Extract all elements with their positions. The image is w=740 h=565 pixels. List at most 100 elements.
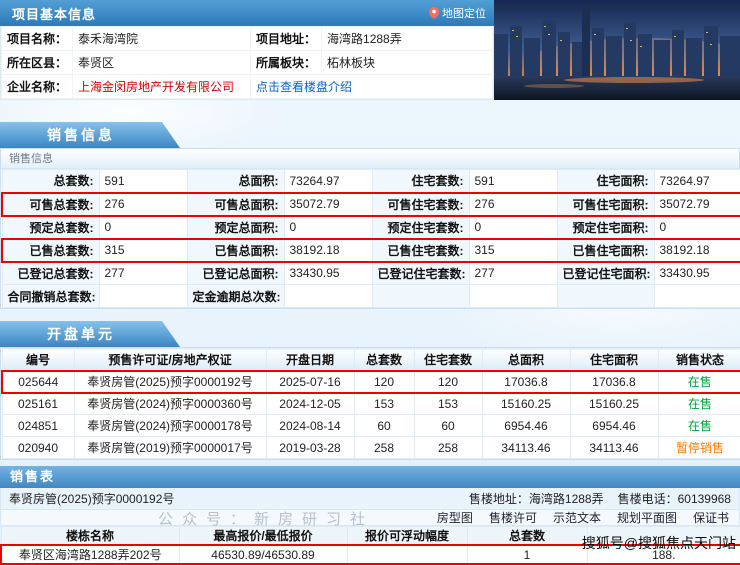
board-label: 所属板块： bbox=[251, 51, 322, 75]
company-link[interactable]: 上海金闵房地产开发有限公司 bbox=[73, 75, 251, 99]
field-label: 已售总套数: bbox=[2, 239, 99, 262]
unit-id: 020940 bbox=[2, 437, 74, 459]
field-value bbox=[284, 285, 372, 308]
basic-info-panel: 项目名称： 泰禾海湾院 项目地址： 海湾路1288弄 所在区县： 奉贤区 所属板… bbox=[0, 26, 494, 100]
residential-area: 15160.25 bbox=[570, 393, 658, 415]
link-planning-map[interactable]: 规划平面图 bbox=[617, 509, 677, 526]
field-label: 预定住宅套数: bbox=[372, 216, 469, 239]
field-label: 预定总套数: bbox=[2, 216, 99, 239]
field-label bbox=[372, 285, 469, 308]
license-number: 奉贤房管(2024)预字0000178号 bbox=[74, 415, 266, 437]
field-label: 可售总套数: bbox=[2, 193, 99, 216]
total-area: 34113.46 bbox=[482, 437, 570, 459]
field-label: 可售住宅面积: bbox=[557, 193, 654, 216]
info-row: 项目名称： 泰禾海湾院 项目地址： 海湾路1288弄 bbox=[2, 27, 493, 51]
field-value: 0 bbox=[654, 216, 740, 239]
status-badge: 在售 bbox=[658, 371, 740, 393]
link-sales-permit[interactable]: 售楼许可 bbox=[489, 509, 537, 526]
project-address: 海湾路1288弄 bbox=[322, 27, 493, 51]
field-label: 预定总面积: bbox=[187, 216, 284, 239]
field-value: 315 bbox=[99, 239, 187, 262]
building-price-table: 楼栋名称 最高报价/最低报价 报价可浮动幅度 总套数 奉贤区海湾路1288弄20… bbox=[0, 526, 740, 565]
unit-id: 025644 bbox=[2, 371, 74, 393]
opening-date: 2024-08-14 bbox=[266, 415, 354, 437]
field-value: 73264.97 bbox=[284, 170, 372, 193]
link-guarantee[interactable]: 保证书 bbox=[693, 509, 729, 526]
field-label: 可售总面积: bbox=[187, 193, 284, 216]
field-value bbox=[654, 285, 740, 308]
field-value: 277 bbox=[99, 262, 187, 285]
sales-info-table: 总套数:591 总面积:73264.97 住宅套数:591 住宅面积:73264… bbox=[1, 169, 740, 308]
field-value: 276 bbox=[469, 193, 557, 216]
field-value: 33430.95 bbox=[284, 262, 372, 285]
field-value: 277 bbox=[469, 262, 557, 285]
link-floor-plan[interactable]: 房型图 bbox=[437, 509, 473, 526]
column-header: 住宅面积 bbox=[570, 349, 658, 371]
document-links-row: 房型图 售楼许可 示范文本 规划平面图 保证书 bbox=[0, 510, 740, 526]
company-label: 企业名称： bbox=[2, 75, 73, 99]
sales-info-row: 总套数:591 总面积:73264.97 住宅套数:591 住宅面积:73264… bbox=[2, 170, 740, 193]
column-header: 最高报价/最低报价 bbox=[179, 527, 347, 546]
residential-units: 153 bbox=[414, 393, 482, 415]
field-value: 35072.79 bbox=[654, 193, 740, 216]
project-name-label: 项目名称： bbox=[2, 27, 73, 51]
column-header: 总套数 bbox=[467, 527, 587, 546]
building-table-header-row: 楼栋名称 最高报价/最低报价 报价可浮动幅度 总套数 bbox=[1, 527, 740, 546]
field-value: 73264.97 bbox=[654, 170, 740, 193]
building-name: 奉贤区海湾路1288弄202号 bbox=[1, 545, 179, 564]
column-header: 报价可浮动幅度 bbox=[347, 527, 467, 546]
residential-area: 34113.46 bbox=[570, 437, 658, 459]
selected-license: 奉贤房管(2025)预字0000192号 bbox=[9, 490, 174, 507]
city-photo bbox=[494, 0, 740, 100]
sales-table-bar: 销售表 bbox=[0, 466, 740, 488]
column-header: 销售状态 bbox=[658, 349, 740, 371]
column-header: 预售许可证/房地产权证 bbox=[74, 349, 266, 371]
field-label: 住宅面积: bbox=[557, 170, 654, 193]
license-number: 奉贤房管(2024)预字0000360号 bbox=[74, 393, 266, 415]
sales-info-row: 合同撤销总套数: 定金逾期总次数: bbox=[2, 285, 740, 308]
map-locate-link[interactable]: 地图定位 bbox=[429, 5, 486, 21]
page-title: 项目基本信息 bbox=[0, 4, 96, 23]
status-badge: 暂停销售 bbox=[658, 437, 740, 459]
link-model-text[interactable]: 示范文本 bbox=[553, 509, 601, 526]
opening-unit-row: 025161 奉贤房管(2024)预字0000360号 2024-12-05 1… bbox=[2, 393, 740, 415]
field-value bbox=[99, 285, 187, 308]
field-label bbox=[557, 285, 654, 308]
license-number: 奉贤房管(2019)预字0000017号 bbox=[74, 437, 266, 459]
field-value: 315 bbox=[469, 239, 557, 262]
total-area: 17036.8 bbox=[482, 371, 570, 393]
sales-info-subheader: 销售信息 bbox=[1, 149, 739, 169]
license-number: 奉贤房管(2025)预字0000192号 bbox=[74, 371, 266, 393]
residential-area: 6954.46 bbox=[570, 415, 658, 437]
column-header: 总套数 bbox=[354, 349, 414, 371]
tab-sales-info: 销售信息 bbox=[0, 122, 180, 148]
field-label: 总面积: bbox=[187, 170, 284, 193]
opening-units-header-row: 编号 预售许可证/房地产权证 开盘日期 总套数 住宅套数 总面积 住宅面积 销售… bbox=[2, 349, 740, 371]
building-extra-value: 188. bbox=[587, 545, 740, 564]
field-label: 已售住宅面积: bbox=[557, 239, 654, 262]
total-units: 60 bbox=[354, 415, 414, 437]
sales-info-row-highlighted: 可售总套数:276 可售总面积:35072.79 可售住宅套数:276 可售住宅… bbox=[2, 193, 740, 216]
field-label: 预定住宅面积: bbox=[557, 216, 654, 239]
field-label: 总套数: bbox=[2, 170, 99, 193]
residential-units: 120 bbox=[414, 371, 482, 393]
opening-unit-row-highlighted: 025644 奉贤房管(2025)预字0000192号 2025-07-16 1… bbox=[2, 371, 740, 393]
map-locate-label: 地图定位 bbox=[442, 5, 486, 21]
opening-units-table: 编号 预售许可证/房地产权证 开盘日期 总套数 住宅套数 总面积 住宅面积 销售… bbox=[1, 348, 740, 459]
opening-unit-row: 024851 奉贤房管(2024)预字0000178号 2024-08-14 6… bbox=[2, 415, 740, 437]
opening-date: 2025-07-16 bbox=[266, 371, 354, 393]
field-label: 定金逾期总次数: bbox=[187, 285, 284, 308]
intro-link[interactable]: 点击查看楼盘介绍 bbox=[251, 75, 493, 99]
column-header: 楼栋名称 bbox=[1, 527, 179, 546]
sales-table-license-row: 奉贤房管(2025)预字0000192号 售楼地址：海湾路1288弄 售楼电话：… bbox=[0, 488, 740, 510]
board: 柘林板块 bbox=[322, 51, 493, 75]
sales-info-row: 已登记总套数:277 已登记总面积:33430.95 已登记住宅套数:277 已… bbox=[2, 262, 740, 285]
sales-info-panel: 销售信息 总套数:591 总面积:73264.97 住宅套数:591 住宅面积:… bbox=[0, 148, 740, 309]
total-area: 15160.25 bbox=[482, 393, 570, 415]
project-name: 泰禾海湾院 bbox=[73, 27, 251, 51]
field-value: 276 bbox=[99, 193, 187, 216]
info-row: 所在区县： 奉贤区 所属板块： 柘林板块 bbox=[2, 51, 493, 75]
field-value: 591 bbox=[469, 170, 557, 193]
residential-area: 17036.8 bbox=[570, 371, 658, 393]
column-header: 总面积 bbox=[482, 349, 570, 371]
